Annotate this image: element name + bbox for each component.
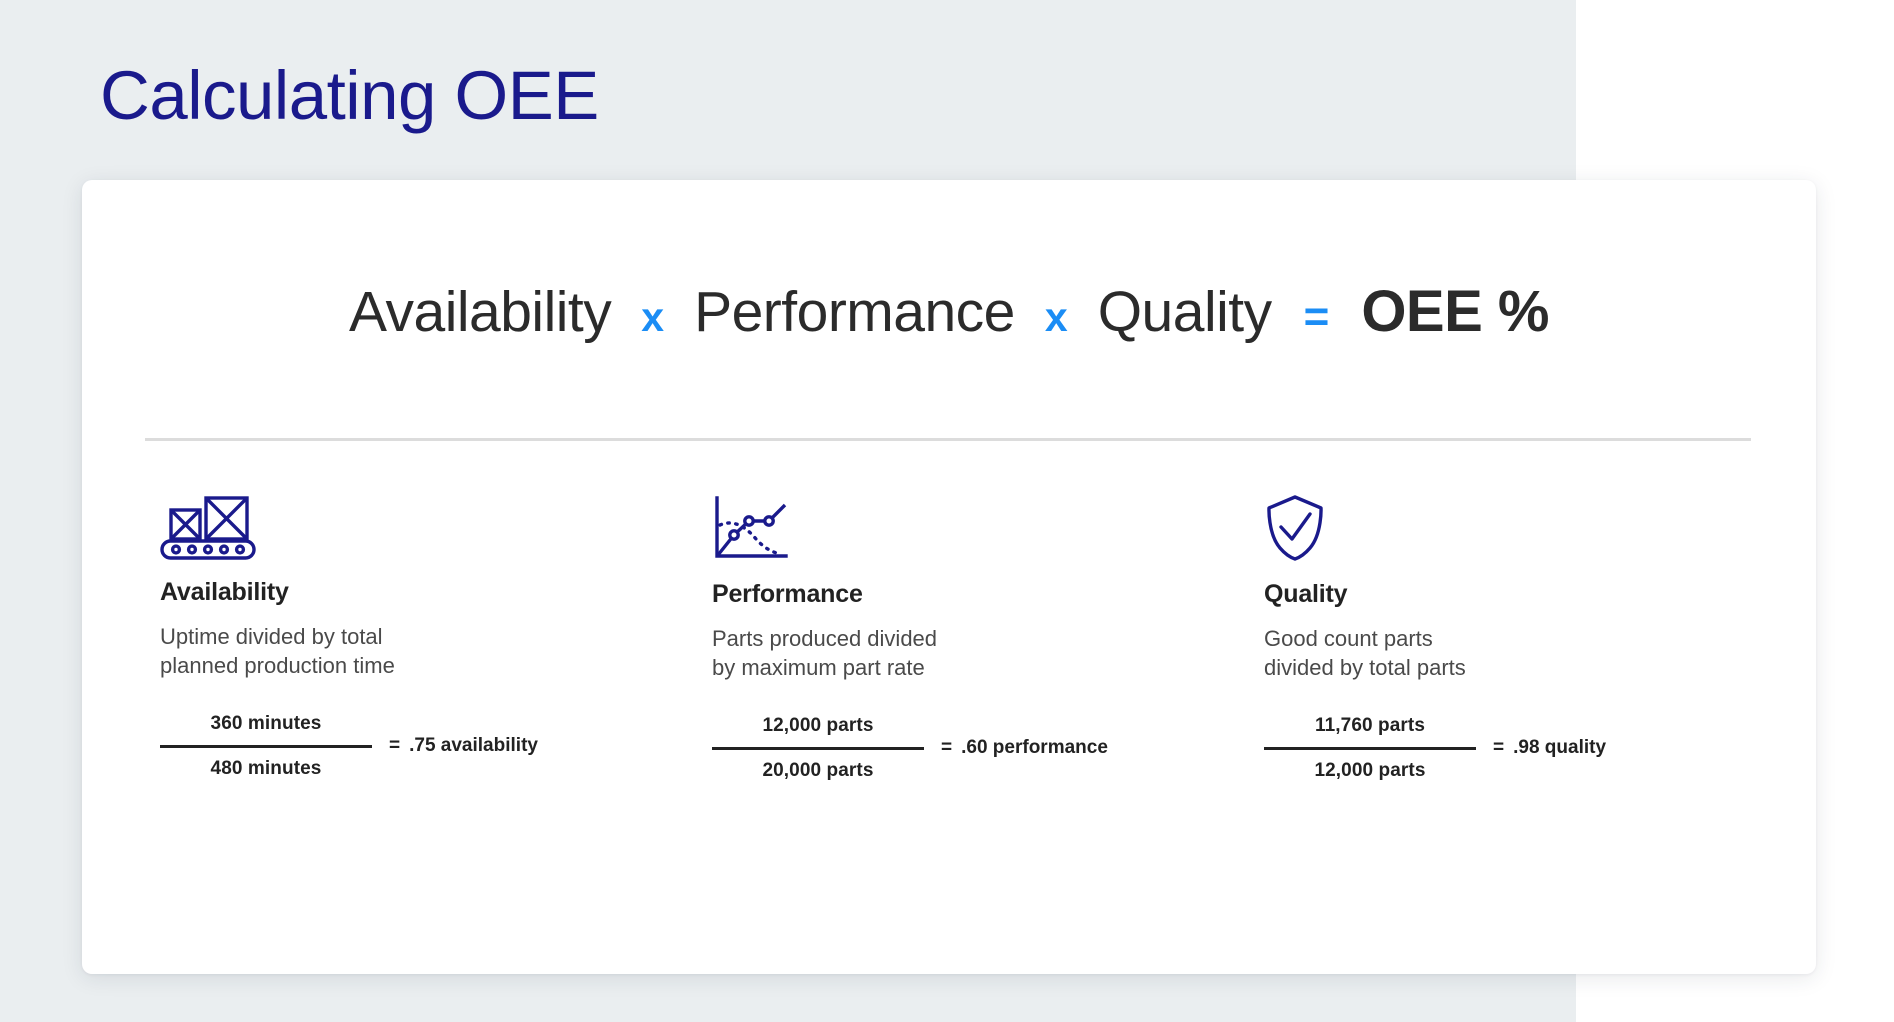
metric-column-performance: Performance Parts produced divided by ma… bbox=[712, 490, 1264, 782]
metric-description: Parts produced divided by maximum part r… bbox=[712, 626, 938, 681]
conveyor-belt-icon bbox=[160, 490, 712, 560]
formula-multiply-icon-2: x bbox=[1044, 294, 1068, 340]
metric-column-availability: Availability Uptime divided by total pla… bbox=[160, 490, 712, 782]
formula-term-performance: Performance bbox=[694, 280, 1015, 344]
fraction-equals: = bbox=[1493, 737, 1505, 758]
fraction-numerator: 360 minutes bbox=[210, 712, 322, 734]
shield-check-icon bbox=[1264, 492, 1816, 562]
metric-columns: Availability Uptime divided by total pla… bbox=[82, 490, 1816, 782]
page-title: Calculating OEE bbox=[100, 57, 599, 134]
oee-formula: Availability x Performance x Quality = O… bbox=[82, 278, 1816, 345]
fraction-numerator: 12,000 parts bbox=[762, 714, 874, 736]
fraction-denominator: 20,000 parts bbox=[762, 759, 874, 781]
infographic-stage: Calculating OEE Availability x Performan… bbox=[0, 0, 1894, 1022]
metric-equation: 360 minutes 480 minutes = .75 availabili… bbox=[160, 713, 712, 780]
metric-equation: 11,760 parts 12,000 parts = .98 quality bbox=[1264, 715, 1816, 782]
metric-description: Good count parts divided by total parts bbox=[1264, 626, 1466, 681]
fraction-equals: = bbox=[389, 735, 401, 756]
fraction-result: .60 performance bbox=[961, 737, 1108, 758]
formula-multiply-icon-1: x bbox=[641, 294, 665, 340]
fraction-denominator: 12,000 parts bbox=[1314, 759, 1426, 781]
oee-card: Availability x Performance x Quality = O… bbox=[82, 180, 1816, 974]
formula-equals-icon: = bbox=[1303, 292, 1330, 341]
metric-title: Quality bbox=[1264, 580, 1348, 608]
fraction: 12,000 parts 20,000 parts bbox=[712, 715, 924, 782]
fraction-bar bbox=[712, 746, 924, 750]
fraction-result: .98 quality bbox=[1513, 737, 1607, 758]
fraction-bar bbox=[1264, 746, 1476, 750]
metric-title: Performance bbox=[712, 580, 863, 608]
formula-term-availability: Availability bbox=[349, 280, 612, 344]
card-divider bbox=[145, 438, 1751, 441]
fraction: 11,760 parts 12,000 parts bbox=[1264, 715, 1476, 782]
metric-description: Uptime divided by total planned producti… bbox=[160, 624, 395, 679]
metric-title: Availability bbox=[160, 578, 289, 606]
fraction-equals: = bbox=[941, 737, 953, 758]
fraction: 360 minutes 480 minutes bbox=[160, 713, 372, 780]
performance-line-chart-icon bbox=[712, 492, 1264, 562]
fraction-denominator: 480 minutes bbox=[210, 757, 322, 779]
fraction-numerator: 11,760 parts bbox=[1314, 714, 1425, 736]
fraction-result: .75 availability bbox=[409, 735, 538, 756]
formula-term-quality: Quality bbox=[1097, 280, 1272, 344]
formula-result-oee: OEE % bbox=[1361, 279, 1549, 344]
metric-column-quality: Quality Good count parts divided by tota… bbox=[1264, 490, 1816, 782]
fraction-bar bbox=[160, 744, 372, 748]
metric-equation: 12,000 parts 20,000 parts = .60 performa… bbox=[712, 715, 1264, 782]
